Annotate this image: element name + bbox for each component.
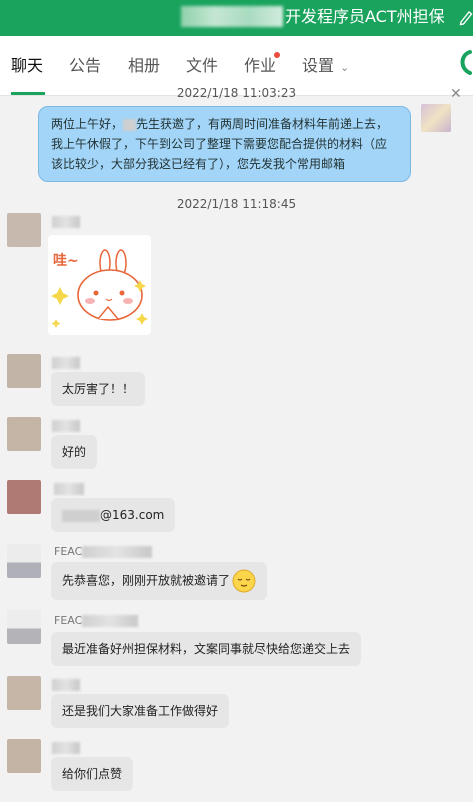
sticker-image[interactable]: 哇~ xyxy=(48,235,151,335)
tab-homework[interactable]: 作业 xyxy=(244,55,276,77)
sender-name-redacted xyxy=(52,420,80,432)
my-avatar[interactable] xyxy=(421,104,451,132)
message-bubble[interactable]: 好的 xyxy=(51,435,98,469)
sender-name-redacted xyxy=(82,615,138,627)
timestamp: 2022/1/18 11:03:23 xyxy=(176,86,297,100)
message-bubble[interactable]: 最近准备好州担保材料，文案同事就尽快给您递交上去 xyxy=(51,632,362,666)
relieved-face-icon xyxy=(232,569,256,593)
tab-files[interactable]: 文件 xyxy=(186,55,218,77)
tab-chat[interactable]: 聊天 xyxy=(11,55,43,77)
avatar[interactable] xyxy=(7,739,41,773)
phone-icon[interactable] xyxy=(456,49,473,77)
avatar[interactable] xyxy=(7,213,41,247)
message-text: 太厉害了！！ xyxy=(62,382,135,396)
group-title: 开发程序员ACT州担保 xyxy=(285,7,445,26)
message-bubble[interactable]: 太厉害了！！ xyxy=(51,372,146,406)
message-bubble[interactable]: 先恭喜您，刚刚开放就被邀请了 xyxy=(51,562,268,600)
message-text: 最近准备好州担保材料，文案同事就尽快给您递交上去 xyxy=(62,642,351,656)
message-text-part: 两位上午好， xyxy=(51,117,124,131)
sender-name-redacted xyxy=(54,483,84,495)
timestamp: 2022/1/18 11:18:45 xyxy=(176,197,297,211)
message-text: 好的 xyxy=(62,445,87,459)
blurred-group-prefix xyxy=(181,6,283,27)
chat-message-list[interactable]: 2022/1/18 11:03:23 两位上午好， 先生获邀了，有两周时间准备材料… xyxy=(0,86,473,802)
bunny-sticker-icon: 哇~ xyxy=(51,249,148,328)
sender-name-redacted xyxy=(52,357,80,369)
my-message-bubble[interactable]: 两位上午好， 先生获邀了，有两周时间准备材料年前递上去，我上午休假了，下午到公司了… xyxy=(38,106,411,182)
unread-dot xyxy=(274,52,280,58)
edit-icon[interactable] xyxy=(459,8,473,26)
sender-name-redacted xyxy=(82,546,152,558)
avatar[interactable] xyxy=(7,676,41,710)
avatar[interactable] xyxy=(7,354,41,388)
avatar[interactable] xyxy=(7,544,41,578)
sticker-caption: 哇~ xyxy=(53,252,79,269)
sender-name-redacted xyxy=(52,679,80,691)
sender-name-redacted xyxy=(52,216,80,228)
message-text: 给你们点赞 xyxy=(62,767,123,781)
message-text: 还是我们大家准备工作做得好 xyxy=(62,704,219,718)
tab-announcements[interactable]: 公告 xyxy=(69,55,101,77)
tab-settings-label: 设置 xyxy=(302,56,335,75)
sender-name-redacted xyxy=(52,742,80,754)
tab-album[interactable]: 相册 xyxy=(128,55,160,77)
message-text: @163.com xyxy=(100,508,165,522)
chevron-down-icon: ⌄ xyxy=(340,61,350,74)
sender-name: FEAC xyxy=(54,545,83,558)
message-bubble[interactable]: 给你们点赞 xyxy=(51,757,134,791)
message-bubble[interactable]: 还是我们大家准备工作做得好 xyxy=(51,694,230,728)
tab-settings[interactable]: 设置 ⌄ xyxy=(302,55,349,79)
avatar[interactable] xyxy=(7,417,41,451)
redacted-email-user xyxy=(62,509,100,522)
redacted-name xyxy=(123,118,137,131)
window-header: 开发程序员ACT州担保 xyxy=(0,0,473,36)
message-text: 先恭喜您，刚刚开放就被邀请了 xyxy=(62,573,231,588)
message-bubble[interactable]: @163.com xyxy=(51,498,176,532)
avatar[interactable] xyxy=(7,480,41,514)
sender-name: FEAC xyxy=(54,614,83,627)
avatar[interactable] xyxy=(7,610,41,644)
